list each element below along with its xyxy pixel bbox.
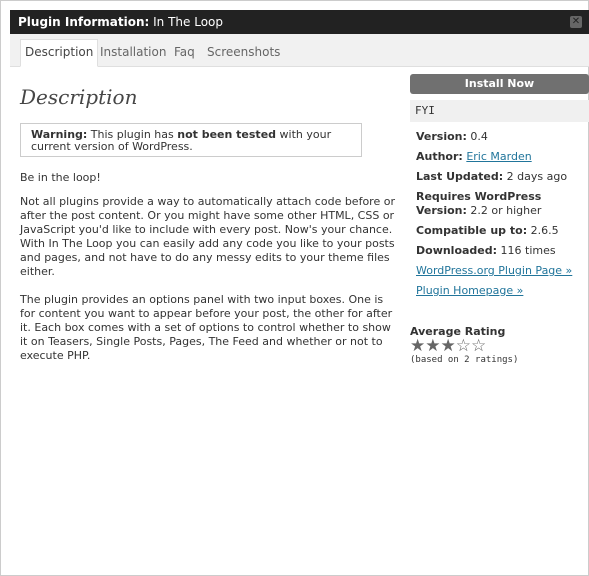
updated-value: 2 days ago — [506, 170, 568, 183]
dialog-title: Plugin Information: In The Loop — [18, 15, 223, 29]
requires-row: Requires WordPress Version: 2.2 or highe… — [416, 190, 589, 218]
sidebar: Install Now FYI Version: 0.4 Author: Eri… — [410, 74, 589, 304]
paragraph-intro: Be in the loop! — [20, 171, 101, 184]
content-area: Description Warning: This plugin has not… — [10, 67, 589, 576]
paragraph-body-2: The plugin provides an options panel wit… — [20, 293, 393, 362]
star-icon: ★ — [440, 336, 456, 356]
tab-installation[interactable]: Installation — [96, 39, 170, 65]
plugin-page-row: WordPress.org Plugin Page » — [416, 264, 589, 278]
compatible-row: Compatible up to: 2.6.5 — [416, 224, 589, 238]
tab-screenshots[interactable]: Screenshots — [203, 39, 284, 65]
author-link[interactable]: Eric Marden — [466, 150, 531, 163]
rating-count: (based on 2 ratings) — [410, 355, 519, 365]
star-icon: ★ — [410, 336, 426, 356]
updated-label: Last Updated: — [416, 170, 504, 183]
fyi-header: FYI — [410, 100, 589, 122]
version-value: 0.4 — [470, 130, 488, 143]
average-rating: Average Rating ★★★☆☆ (based on 2 ratings… — [410, 325, 518, 365]
downloaded-value: 116 times — [500, 244, 556, 257]
downloaded-label: Downloaded: — [416, 244, 498, 257]
compatible-label: Compatible up to: — [416, 224, 528, 237]
star-icon: ☆ — [471, 336, 487, 356]
tab-description[interactable]: Description — [20, 39, 99, 67]
titlebar: Plugin Information: In The Loop ✕ — [10, 10, 589, 34]
compatible-value: 2.6.5 — [530, 224, 559, 237]
star-icon: ★ — [425, 336, 441, 356]
plugin-name: In The Loop — [153, 15, 224, 29]
plugin-homepage-link[interactable]: Plugin Homepage » — [416, 284, 523, 297]
star-rating: ★★★☆☆ — [410, 338, 518, 355]
warning-box: Warning: This plugin has not been tested… — [20, 123, 362, 157]
close-icon[interactable]: ✕ — [570, 16, 582, 28]
requires-value: 2.2 or higher — [470, 204, 542, 217]
homepage-row: Plugin Homepage » — [416, 284, 589, 298]
tab-faq[interactable]: Faq — [170, 39, 199, 65]
section-heading: Description — [20, 85, 138, 109]
plugin-meta: Version: 0.4 Author: Eric Marden Last Up… — [410, 122, 589, 298]
downloaded-row: Downloaded: 116 times — [416, 244, 589, 258]
version-row: Version: 0.4 — [416, 130, 589, 144]
star-icon: ☆ — [455, 336, 471, 356]
paragraph-body-1: Not all plugins provide a way to automat… — [20, 195, 395, 278]
plugin-page-link[interactable]: WordPress.org Plugin Page » — [416, 264, 572, 277]
author-row: Author: Eric Marden — [416, 150, 589, 164]
tab-bar: Description Installation Faq Screenshots — [10, 34, 589, 67]
title-label: Plugin Information: — [18, 15, 150, 29]
updated-row: Last Updated: 2 days ago — [416, 170, 589, 184]
author-label: Author: — [416, 150, 463, 163]
version-label: Version: — [416, 130, 467, 143]
install-now-button[interactable]: Install Now — [410, 74, 589, 94]
